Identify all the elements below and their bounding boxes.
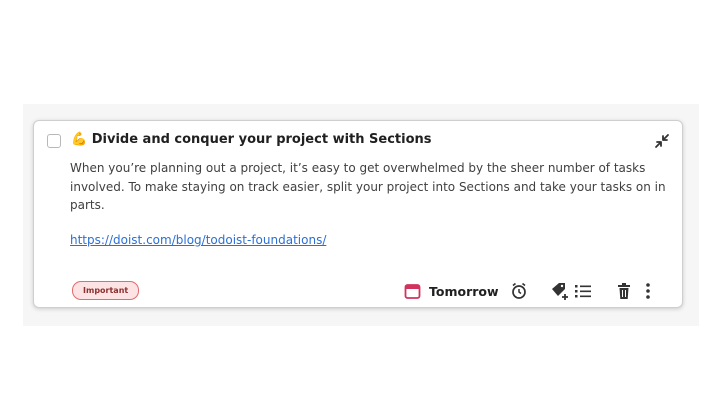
label-chip[interactable]: Important [72, 281, 140, 300]
task-link[interactable]: https://doist.com/blog/todoist-foundatio… [70, 233, 326, 247]
due-date-label: Tomorrow [429, 283, 499, 299]
task-description[interactable]: When you’re planning out a project, it’s… [70, 159, 670, 215]
task-card[interactable]: 💪 Divide and conquer your project with S… [33, 120, 683, 308]
calendar-icon [404, 283, 421, 300]
list-icon[interactable] [574, 280, 592, 302]
trash-icon[interactable] [616, 280, 632, 302]
task-checkbox[interactable] [47, 134, 61, 148]
task-title-text: Divide and conquer your project with Sec… [91, 132, 432, 147]
due-date-button[interactable]: Tomorrow [404, 280, 499, 302]
more-vertical-icon[interactable] [644, 280, 652, 302]
tag-add-icon[interactable] [550, 280, 570, 302]
collapse-arrows-icon[interactable] [654, 133, 670, 149]
task-description-text: When you’re planning out a project, it’s… [70, 161, 666, 212]
alarm-clock-icon[interactable] [510, 280, 528, 302]
task-emoji: 💪 [71, 132, 88, 147]
task-title[interactable]: 💪 Divide and conquer your project with S… [71, 132, 432, 147]
